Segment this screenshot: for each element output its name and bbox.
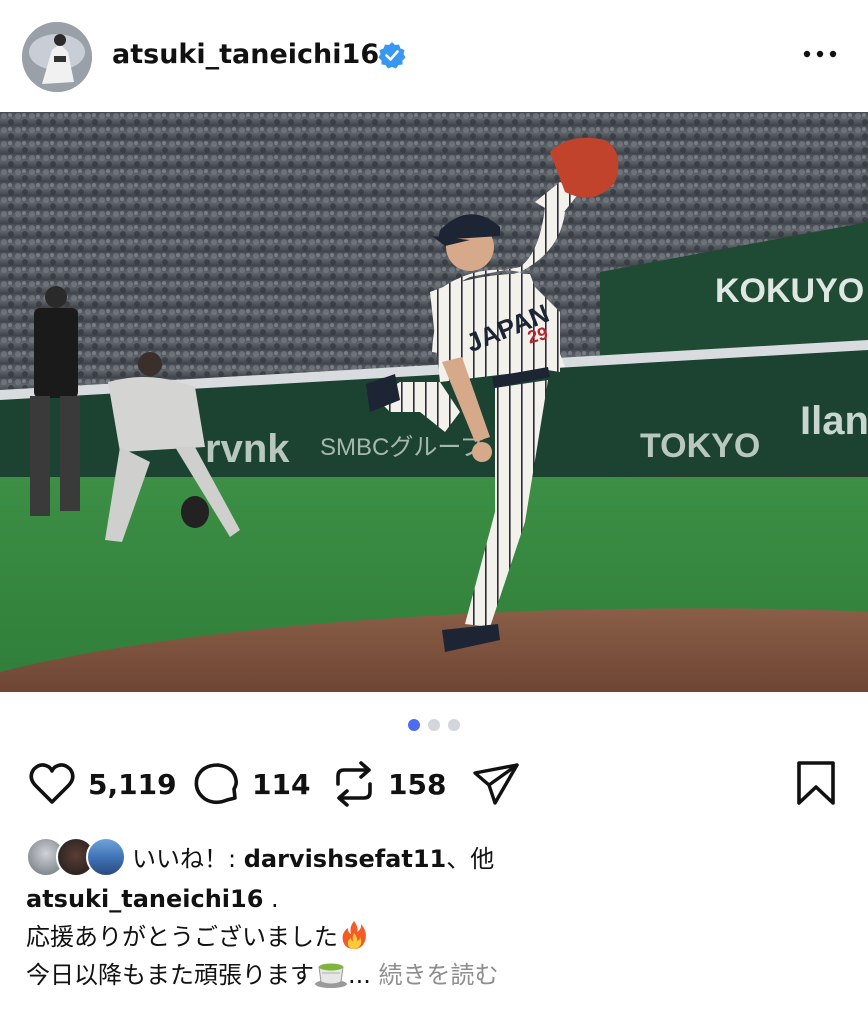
more-options-icon[interactable] xyxy=(802,44,838,64)
post-header: atsuki_taneichi16 xyxy=(0,0,868,112)
repost-button[interactable]: 158 xyxy=(330,756,446,812)
likes-count[interactable]: 5,119 xyxy=(88,768,177,801)
profile-avatar[interactable] xyxy=(22,22,92,92)
caption-line-1: atsuki_taneichi16 . xyxy=(26,880,846,918)
likes-summary[interactable]: いいね！: darvishsefat11、他 xyxy=(132,839,494,874)
photo-board-brand: KOKUYO xyxy=(715,272,864,310)
likes-suffix: 、他 xyxy=(446,844,495,873)
bookmark-icon xyxy=(797,761,835,805)
liker-avatars[interactable] xyxy=(26,836,126,877)
share-icon xyxy=(473,763,519,805)
likes-row: いいね！: darvishsefat11、他 xyxy=(26,836,494,877)
photo-board-right: TOKYO xyxy=(640,427,760,465)
liker-avatar-3 xyxy=(86,837,126,877)
bookmark-button[interactable] xyxy=(794,756,838,812)
caption-line-2: 応援ありがとうございました xyxy=(26,918,846,956)
caption-ellipsis: ... xyxy=(348,961,379,989)
carousel-dot-2[interactable] xyxy=(428,719,440,731)
likes-user[interactable]: darvishsefat11 xyxy=(244,845,447,873)
carousel-indicator xyxy=(0,716,868,732)
post-username[interactable]: atsuki_taneichi16 xyxy=(112,38,379,72)
comment-button[interactable]: 114 xyxy=(190,756,310,812)
caption-line-3: 今日以降もまた頑張ります ... 続きを読む xyxy=(26,956,846,994)
caption-line2-text: 応援ありがとうございました xyxy=(26,923,338,951)
tea-emoji-icon xyxy=(315,963,347,988)
photo-board-left: rvnk xyxy=(205,427,290,471)
share-button[interactable] xyxy=(470,756,522,812)
comment-icon xyxy=(194,763,239,805)
verified-badge-icon xyxy=(378,42,406,69)
photo-board-mid: SMBCグループ xyxy=(320,434,484,461)
like-button[interactable]: 5,119 xyxy=(26,756,177,812)
photo-board-far: Ilan xyxy=(800,399,868,443)
fire-emoji-icon xyxy=(342,921,366,949)
repost-icon xyxy=(336,761,372,807)
reposts-count[interactable]: 158 xyxy=(388,768,446,801)
caption-username[interactable]: atsuki_taneichi16 xyxy=(26,885,263,913)
carousel-dot-1[interactable] xyxy=(408,719,420,731)
comments-count[interactable]: 114 xyxy=(252,768,310,801)
post-photo[interactable]: KOKUYO rvnk SMBCグループ TOKYO Ilan JAPAN 29 xyxy=(0,112,868,692)
heart-icon xyxy=(29,763,75,804)
likes-prefix: いいね！: xyxy=(132,844,244,873)
read-more-link[interactable]: 続きを読む xyxy=(379,961,499,989)
carousel-dot-3[interactable] xyxy=(448,719,460,731)
caption-line1-rest: . xyxy=(263,885,279,913)
post-caption: atsuki_taneichi16 . 応援ありがとうございました 今日以降もま… xyxy=(26,880,846,994)
action-bar: 5,119 114 158 xyxy=(0,756,868,812)
caption-line3-text: 今日以降もまた頑張ります xyxy=(26,961,314,989)
